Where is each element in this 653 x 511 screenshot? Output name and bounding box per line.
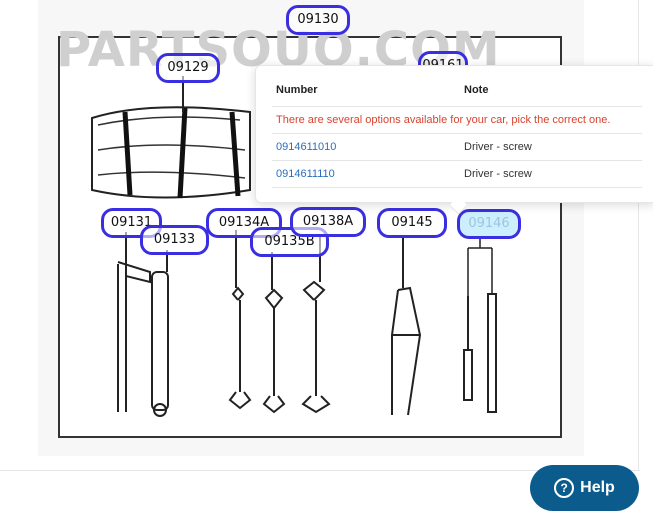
tool-roll (91, 106, 251, 199)
part-number-link[interactable]: 0914611110 (276, 168, 335, 180)
screwdriver-2 (487, 293, 497, 413)
warning-message: There are several options available for … (272, 106, 642, 134)
warning-row: There are several options available for … (272, 106, 642, 134)
part-options-popover: Number Note There are several options av… (255, 65, 653, 203)
callout-09129[interactable]: 09129 (156, 53, 220, 83)
table-row[interactable]: 0914611110 Driver - screw (272, 160, 642, 188)
callout-09146-active[interactable]: 09146 (457, 209, 521, 239)
page: PARTSOUQ.COM 09130 09129 09131 09133 091… (0, 0, 653, 511)
table-header-row: Number Note (272, 78, 642, 107)
help-label: Help (580, 479, 615, 496)
callout-09145[interactable]: 09145 (377, 208, 447, 238)
header-note: Note (460, 78, 642, 107)
spanner-2 (262, 288, 286, 414)
part-note: Driver - screw (460, 133, 642, 161)
part-options-table: Number Note There are several options av… (272, 78, 642, 188)
table-row[interactable]: 0914611010 Driver - screw (272, 133, 642, 161)
callout-09138a[interactable]: 09138A (290, 207, 366, 237)
screwdriver-1 (463, 296, 473, 401)
part-note: Driver - screw (460, 160, 642, 188)
callout-09130[interactable]: 09130 (286, 5, 350, 35)
part-number-link[interactable]: 0914611010 (276, 141, 336, 153)
header-number: Number (272, 78, 460, 107)
box-wrench (151, 271, 169, 411)
spanner-1 (228, 286, 252, 410)
spanner-3 (301, 280, 331, 414)
callout-09133[interactable]: 09133 (140, 225, 209, 255)
question-circle-icon: ? (554, 478, 575, 498)
pliers (391, 286, 422, 416)
l-wrench (117, 261, 151, 412)
help-button[interactable]: ? Help (530, 465, 639, 511)
